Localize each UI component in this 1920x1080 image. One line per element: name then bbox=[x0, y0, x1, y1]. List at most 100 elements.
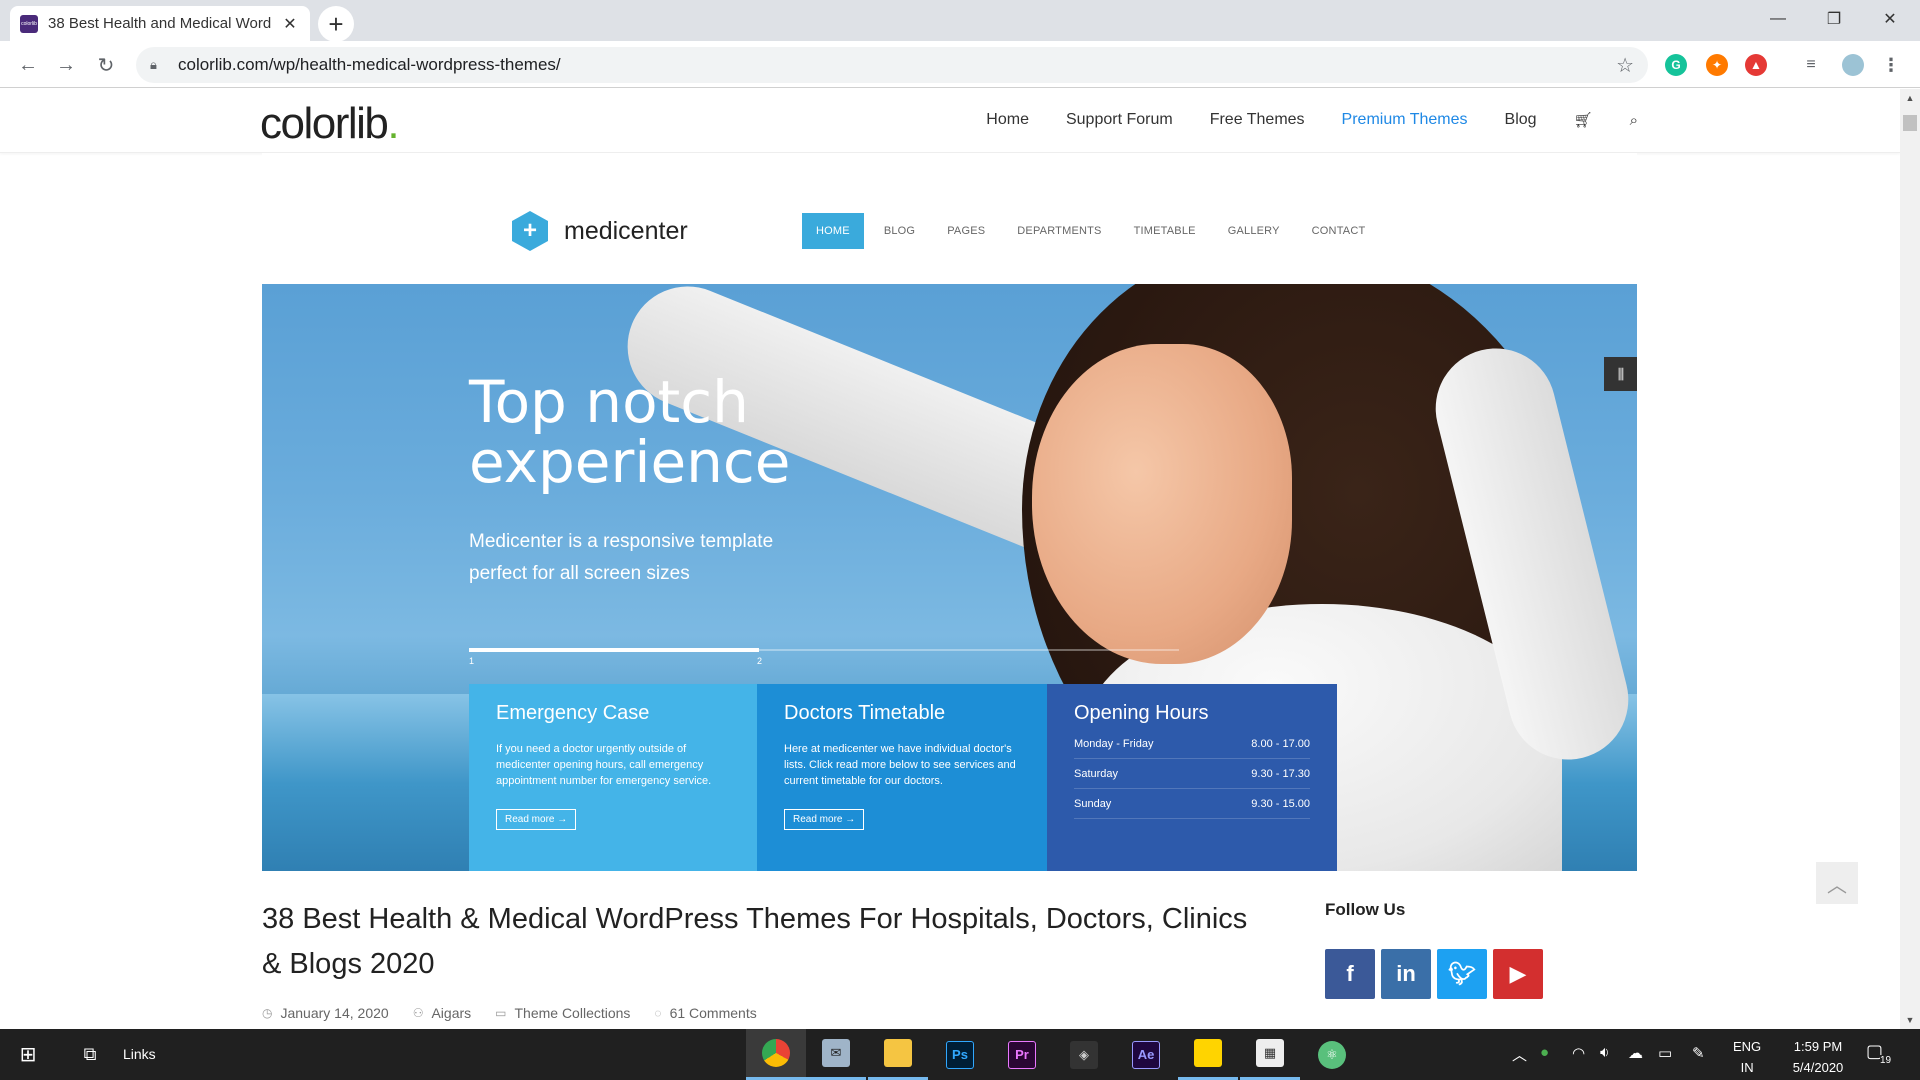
volume-icon[interactable]: 🔉︎ bbox=[1600, 1044, 1609, 1061]
search-icon[interactable]: ⌕ bbox=[1630, 112, 1638, 129]
twitter-icon[interactable]: 🐦︎ bbox=[1437, 949, 1487, 999]
back-to-top-button[interactable]: ︿ bbox=[1816, 862, 1858, 904]
close-window-button[interactable]: ✕ bbox=[1862, 0, 1918, 38]
post-author-text[interactable]: Aigars bbox=[431, 1005, 471, 1021]
slide-number-1: 1 bbox=[469, 656, 475, 666]
scroll-up-arrow-icon[interactable]: ▲ bbox=[1900, 89, 1920, 107]
new-tab-button[interactable]: + bbox=[318, 6, 354, 42]
calculator-icon[interactable]: ▦ bbox=[1240, 1029, 1300, 1080]
clock-time: 1:59 PM bbox=[1793, 1039, 1843, 1054]
emergency-box: Emergency Case If you need a doctor urge… bbox=[469, 684, 757, 871]
post-author[interactable]: ⚇ Aigars bbox=[413, 1005, 471, 1021]
back-button[interactable]: ← bbox=[12, 49, 44, 81]
medicenter-nav: HOME BLOG PAGES DEPARTMENTS TIMETABLE GA… bbox=[802, 213, 1397, 249]
pen-icon[interactable]: ✎ bbox=[1692, 1044, 1705, 1062]
medicenter-logo: + medicenter bbox=[512, 211, 688, 251]
follow-us-heading: Follow Us bbox=[1325, 900, 1406, 919]
tab-strip: colorlib 38 Best Health and Medical Word… bbox=[0, 0, 1920, 42]
colorlib-logo[interactable]: colorlib. bbox=[260, 99, 400, 149]
unity-glyph: ◈ bbox=[1070, 1040, 1098, 1069]
media-icon[interactable]: ≡ bbox=[1800, 54, 1822, 76]
file-explorer-icon[interactable] bbox=[868, 1029, 928, 1080]
forward-button[interactable]: → bbox=[50, 49, 82, 81]
language-indicator[interactable]: ENG IN bbox=[1733, 1036, 1761, 1078]
post-category-text[interactable]: Theme Collections bbox=[514, 1005, 630, 1021]
hours-day: Monday - Friday bbox=[1074, 738, 1154, 750]
tray-app-icon[interactable]: ● bbox=[1540, 1044, 1549, 1061]
notification-count: 19 bbox=[1880, 1055, 1892, 1066]
unity-icon[interactable]: ◈ bbox=[1054, 1029, 1114, 1080]
fire-icon[interactable]: ✦ bbox=[1706, 54, 1728, 76]
nav-premium-themes[interactable]: Premium Themes bbox=[1342, 111, 1468, 129]
restore-button[interactable]: ❐ bbox=[1806, 0, 1862, 38]
opening-hours-box: Opening Hours Monday - Friday 8.00 - 17.0… bbox=[1047, 684, 1337, 871]
nav-support-forum[interactable]: Support Forum bbox=[1066, 111, 1173, 129]
grammarly-icon[interactable]: G bbox=[1665, 54, 1687, 76]
headline-line-2: experience bbox=[469, 428, 791, 496]
nav-home[interactable]: Home bbox=[986, 111, 1029, 129]
url-text[interactable]: colorlib.com/wp/health-medical-wordpress… bbox=[178, 55, 1616, 75]
atom-icon[interactable]: ⚛ bbox=[1302, 1029, 1362, 1080]
timetable-title: Doctors Timetable bbox=[784, 702, 946, 724]
chrome-icon[interactable] bbox=[746, 1029, 806, 1080]
page-scrollbar[interactable]: ▲ ▼ bbox=[1900, 89, 1920, 1029]
menu-kebab-icon[interactable]: ⋮ bbox=[1880, 54, 1902, 76]
medi-nav-blog: BLOG bbox=[883, 225, 916, 237]
scroll-down-arrow-icon[interactable]: ▼ bbox=[1900, 1011, 1920, 1029]
windows-start-icon[interactable]: ⊞ bbox=[0, 1029, 56, 1080]
notification-icon[interactable]: ▢ 19 bbox=[1866, 1041, 1896, 1069]
atom-glyph: ⚛ bbox=[1318, 1040, 1346, 1069]
emergency-title: Emergency Case bbox=[496, 702, 650, 724]
folder-icon: ▭ bbox=[495, 1006, 507, 1020]
lock-icon: 🔒︎ bbox=[150, 57, 157, 72]
reload-button[interactable]: ↻ bbox=[90, 49, 122, 81]
hours-row: Monday - Friday 8.00 - 17.00 bbox=[1074, 729, 1310, 759]
task-view-icon[interactable]: ⧉ bbox=[68, 1029, 112, 1080]
onedrive-icon[interactable]: ☁ bbox=[1628, 1044, 1643, 1062]
sticky-notes-icon[interactable] bbox=[1178, 1029, 1238, 1080]
browser-tab[interactable]: colorlib 38 Best Health and Medical Word… bbox=[10, 6, 310, 41]
clock[interactable]: 1:59 PM 5/4/2020 bbox=[1778, 1036, 1858, 1078]
hours-time: 8.00 - 17.00 bbox=[1251, 738, 1310, 750]
hours-row: Saturday 9.30 - 17.30 bbox=[1074, 759, 1310, 789]
address-bar[interactable]: 🔒︎ colorlib.com/wp/health-medical-wordpr… bbox=[136, 47, 1648, 83]
medical-cross-icon: + bbox=[512, 211, 548, 251]
post-category[interactable]: ▭ Theme Collections bbox=[495, 1005, 630, 1021]
linkedin-icon[interactable]: in bbox=[1381, 949, 1431, 999]
cart-icon[interactable]: 🛒︎ bbox=[1574, 111, 1593, 129]
flask-icon[interactable]: ▲ bbox=[1745, 54, 1767, 76]
battery-icon[interactable]: ▭ bbox=[1658, 1044, 1672, 1062]
emergency-body: If you need a doctor urgently outside of… bbox=[496, 743, 712, 787]
post-comments-text[interactable]: 61 Comments bbox=[670, 1005, 757, 1021]
tray-expand-icon[interactable]: ︿ bbox=[1512, 1044, 1527, 1065]
facebook-icon[interactable]: f bbox=[1325, 949, 1375, 999]
post-comments[interactable]: ◌ 61 Comments bbox=[654, 1005, 756, 1021]
mail-icon[interactable]: ✉ bbox=[806, 1029, 866, 1080]
medi-nav-home: HOME bbox=[802, 213, 864, 249]
tab-close-icon[interactable]: ✕ bbox=[280, 14, 300, 34]
photoshop-icon[interactable]: Ps bbox=[930, 1029, 990, 1080]
hero-slide: Top notch experience Medicenter is a res… bbox=[262, 284, 1637, 871]
minimize-button[interactable]: — bbox=[1750, 0, 1806, 38]
user-icon: ⚇ bbox=[412, 1006, 424, 1020]
premiere-icon[interactable]: Pr bbox=[992, 1029, 1052, 1080]
scroll-thumb[interactable] bbox=[1903, 115, 1917, 131]
medi-nav-pages: PAGES bbox=[947, 225, 986, 237]
nav-blog[interactable]: Blog bbox=[1505, 111, 1537, 129]
post-title: 38 Best Health & Medical WordPress Theme… bbox=[262, 903, 1248, 980]
wifi-icon[interactable]: ◠ bbox=[1572, 1044, 1585, 1062]
timetable-box: Doctors Timetable Here at medicenter we … bbox=[757, 684, 1047, 871]
youtube-icon[interactable]: ▶ bbox=[1493, 949, 1543, 999]
headline-line-1: Top notch bbox=[469, 368, 749, 436]
chrome-glyph bbox=[762, 1039, 790, 1067]
after-effects-icon[interactable]: Ae bbox=[1116, 1029, 1176, 1080]
clock-date: 5/4/2020 bbox=[1792, 1060, 1844, 1075]
nav-free-themes[interactable]: Free Themes bbox=[1210, 111, 1305, 129]
hours-day: Sunday bbox=[1074, 798, 1112, 810]
profile-avatar[interactable] bbox=[1842, 54, 1864, 76]
links-toolbar[interactable]: Links bbox=[123, 1046, 156, 1062]
hours-row: Sunday 9.30 - 15.00 bbox=[1074, 789, 1310, 819]
calculator-glyph: ▦ bbox=[1256, 1039, 1284, 1067]
timetable-body: Here at medicenter we have individual do… bbox=[784, 743, 1016, 787]
bookmark-star-icon[interactable]: ☆ bbox=[1616, 53, 1634, 78]
